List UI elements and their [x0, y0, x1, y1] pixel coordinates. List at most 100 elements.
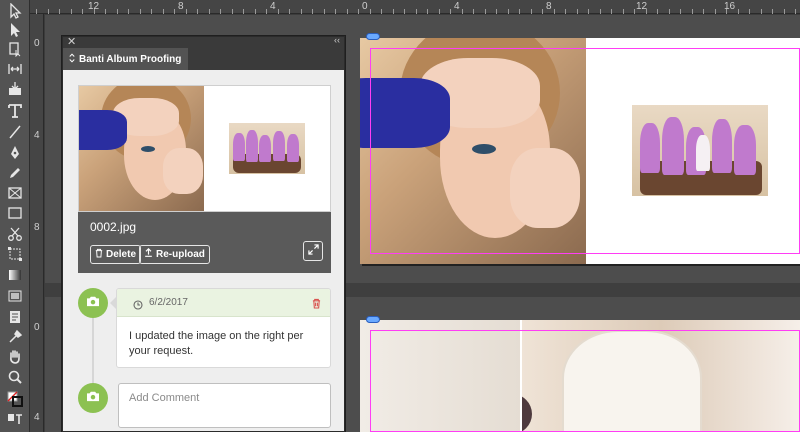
rectangle-icon: [7, 205, 23, 223]
panel-tab-bar: Banti Album Proofing: [63, 48, 344, 70]
note-tool[interactable]: [5, 309, 25, 327]
line-tool[interactable]: [5, 124, 25, 142]
line-icon: [7, 124, 23, 142]
pencil-tool[interactable]: [5, 165, 25, 183]
add-comment-input[interactable]: [118, 383, 331, 428]
ruler-tick: [185, 9, 187, 14]
preview-makeup-photo[interactable]: [79, 86, 204, 211]
tab-banti-album-proofing[interactable]: Banti Album Proofing: [63, 48, 189, 70]
trash-icon: [95, 248, 103, 261]
ruler-tick: [737, 9, 739, 14]
ruler-tick: [622, 9, 624, 14]
selection-tool[interactable]: [5, 2, 25, 21]
ruler-label: 0: [362, 1, 368, 12]
ruler-tick: [369, 9, 371, 14]
ruler-tick: [404, 9, 405, 14]
direct-selection-tool[interactable]: [5, 22, 25, 40]
ruler-tick: [760, 9, 762, 14]
ruler-tick: [139, 9, 141, 14]
ruler-tick: [47, 9, 49, 14]
horizontal-ruler[interactable]: 12 8 4 0 4 8 12 16: [30, 0, 800, 14]
album-proofing-panel[interactable]: ✕ ‹‹ Banti Album Proofing 0002.jpg Delet…: [62, 35, 345, 432]
scissors-tool[interactable]: [5, 226, 25, 244]
comment-card: 6/2/2017 I updated the image on the righ…: [116, 288, 331, 368]
ruler-tick: [116, 9, 118, 14]
trash-icon[interactable]: [312, 296, 321, 314]
ruler-tick: [266, 9, 267, 14]
hand-tool[interactable]: [5, 349, 25, 367]
gradient-swatch-tool[interactable]: [5, 267, 25, 285]
ruler-tick: [427, 9, 428, 14]
gap-tool[interactable]: [5, 61, 25, 79]
page-badge[interactable]: [366, 316, 380, 323]
camera-icon: [86, 294, 100, 312]
pen-icon: [7, 145, 23, 163]
comment-avatar: [78, 288, 108, 318]
ruler-tick: [381, 9, 382, 14]
ruler-tick: [289, 9, 290, 14]
type-tool[interactable]: [5, 103, 25, 121]
ruler-tick: [714, 9, 716, 14]
ruler-tick: [220, 9, 221, 14]
close-icon[interactable]: ✕: [67, 35, 76, 48]
delete-button[interactable]: Delete: [90, 245, 142, 264]
ruler-tick: [553, 9, 555, 14]
ruler-tick: [588, 9, 589, 14]
panel-title-bar[interactable]: ✕ ‹‹: [63, 35, 344, 48]
page-icon: [7, 41, 23, 59]
rectangle-frame-icon: [7, 185, 23, 203]
hand-icon: [7, 349, 23, 367]
ruler-tick: [323, 9, 325, 14]
ruler-tick: [519, 9, 520, 14]
timeline-line: [92, 305, 94, 395]
margin-guide: [370, 48, 800, 254]
ruler-tick: [93, 9, 95, 14]
eyedropper-tool[interactable]: [5, 329, 25, 347]
spread-page-1[interactable]: [360, 38, 800, 264]
formatting-text-icon: [7, 411, 23, 429]
content-collector-tool[interactable]: [5, 81, 25, 99]
file-info-bar: 0002.jpg Delete Re-upload: [78, 212, 331, 273]
comment-text: I updated the image on the right per you…: [129, 330, 304, 357]
image-preview-card[interactable]: [78, 85, 331, 212]
ruler-tick: [668, 9, 670, 14]
preview-bridesmaids-photo[interactable]: [229, 123, 305, 174]
page-badge[interactable]: [366, 33, 380, 40]
gradient-feather-tool[interactable]: [5, 288, 25, 306]
ruler-tick: [565, 9, 566, 14]
ruler-tick: [277, 9, 279, 14]
ruler-tick: [254, 9, 256, 14]
ruler-tick: [162, 9, 164, 14]
pen-tool[interactable]: [5, 145, 25, 163]
expand-button[interactable]: [303, 241, 323, 261]
note-icon: [7, 309, 23, 327]
free-transform-tool[interactable]: [5, 246, 25, 264]
reupload-button[interactable]: Re-upload: [139, 245, 210, 264]
upload-icon: [144, 248, 153, 261]
vertical-ruler[interactable]: 0 4 8 0 4: [30, 14, 44, 432]
hand-shape: [163, 148, 203, 194]
ruler-label: 8: [34, 222, 40, 233]
rectangle-frame-tool[interactable]: [5, 185, 25, 203]
ruler-tick: [312, 9, 313, 14]
collapse-icon[interactable]: ‹‹: [334, 35, 340, 45]
gap-icon: [7, 61, 23, 79]
ruler-tick: [128, 9, 129, 14]
margin-guide: [370, 330, 800, 432]
direct-selection-icon: [7, 22, 23, 40]
page-tool[interactable]: [5, 41, 25, 59]
rectangle-tool[interactable]: [5, 205, 25, 223]
new-comment-avatar: [78, 383, 108, 413]
person-shape: [259, 135, 271, 162]
ruler-tick: [691, 9, 693, 14]
formatting-text-toggle[interactable]: [5, 411, 25, 429]
ruler-tick: [783, 9, 785, 14]
ruler-tick: [151, 9, 152, 14]
eye-shape: [141, 146, 155, 152]
free-transform-icon: [7, 246, 23, 264]
indesign-workspace: 12 8 4 0 4 8 12 16 0 4 8 0 4 ✕ ‹‹ Banti …: [0, 0, 800, 432]
person-shape: [233, 133, 245, 161]
spread-page-2[interactable]: [360, 320, 800, 432]
fill-stroke-swatch[interactable]: [5, 391, 25, 409]
zoom-tool[interactable]: [5, 369, 25, 387]
